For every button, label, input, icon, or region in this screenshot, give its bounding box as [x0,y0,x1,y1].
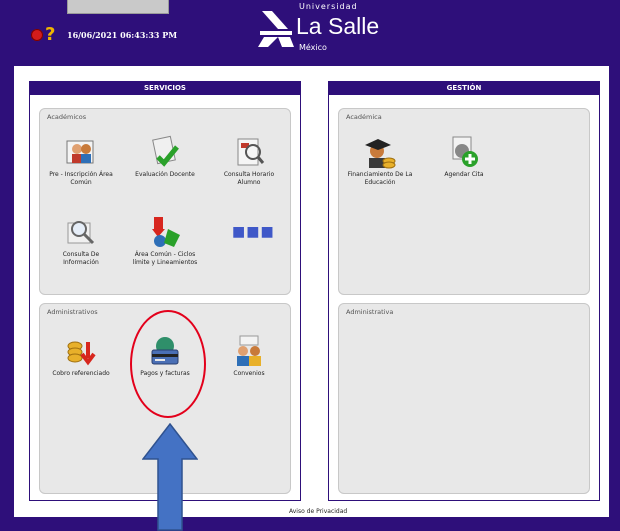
magnifier-icon [64,215,98,249]
academicos-title: Académicos [47,113,87,121]
academica-title: Académica [346,113,382,121]
item-label: Agendar Cita [444,171,484,178]
power-icon[interactable] [31,29,43,41]
preinscripcion-item[interactable]: Pre - Inscripción Área Común [46,135,116,187]
financiamiento-item[interactable]: Financiamiento De La Educación [345,135,415,187]
logo-lasalle: La Salle [296,13,380,39]
logo-mexico: México [299,43,327,52]
privacy-link[interactable]: Aviso de Privacidad [289,508,347,515]
item-label: Consulta Horario Alumno [223,171,275,186]
logo-universidad: Universidad [299,2,358,11]
item-label: Convenios [233,370,265,377]
shapes-icon [148,215,182,249]
header-datetime: 16/06/2021 06:43:33 PM [67,30,178,40]
appointment-icon [447,135,481,169]
lasalle-star-icon [258,11,294,47]
item-label: Evaluación Docente [135,171,195,178]
help-icon[interactable]: ? [45,26,55,44]
more-icon: ■■■ [232,224,275,240]
consulta-horario-item[interactable]: Consulta Horario Alumno [214,135,284,187]
item-label: Consulta De Información [62,251,100,266]
agendar-cita-item[interactable]: Agendar Cita [429,135,499,179]
main-content: SERVICIOS Académicos Pre - Inscripción Á… [14,66,609,517]
item-label: Área Común - Ciclos límite y Lineamiento… [132,251,198,266]
agreement-icon [232,334,266,368]
item-label: Cobro referenciado [52,370,110,377]
administrativos-title: Administrativos [47,308,98,316]
students-icon [64,135,98,169]
convenios-item[interactable]: Convenios [214,334,284,378]
item-label: Pre - Inscripción Área Común [49,171,113,186]
item-label: Financiamiento De La Educación [347,171,413,186]
administrativa-title: Administrativa [346,308,394,316]
highlight-circle [130,310,206,418]
academica-group: Académica Financiamiento De La Educación… [338,108,590,295]
header-icons: ? [31,25,55,45]
consulta-informacion-item[interactable]: Consulta De Información [46,215,116,267]
area-comun-item[interactable]: Área Común - Ciclos límite y Lineamiento… [130,215,200,267]
schedule-icon [232,135,266,169]
gestion-panel: GESTIÓN Académica Financiamiento De La E… [328,81,600,501]
academicos-group: Académicos Pre - Inscripción Área Común … [39,108,291,295]
more-item[interactable]: ■■■ [214,215,284,251]
coins-icon [64,334,98,368]
gestion-title: GESTIÓN [329,82,599,95]
graduate-icon [363,135,397,169]
checklist-icon [148,135,182,169]
administrativa-group: Administrativa [338,303,590,494]
up-arrow-annotation [142,423,198,531]
servicios-title: SERVICIOS [30,82,300,95]
evaluacion-docente-item[interactable]: Evaluación Docente [130,135,200,179]
browser-tab-stub [67,0,169,14]
cobro-referenciado-item[interactable]: Cobro referenciado [46,334,116,378]
